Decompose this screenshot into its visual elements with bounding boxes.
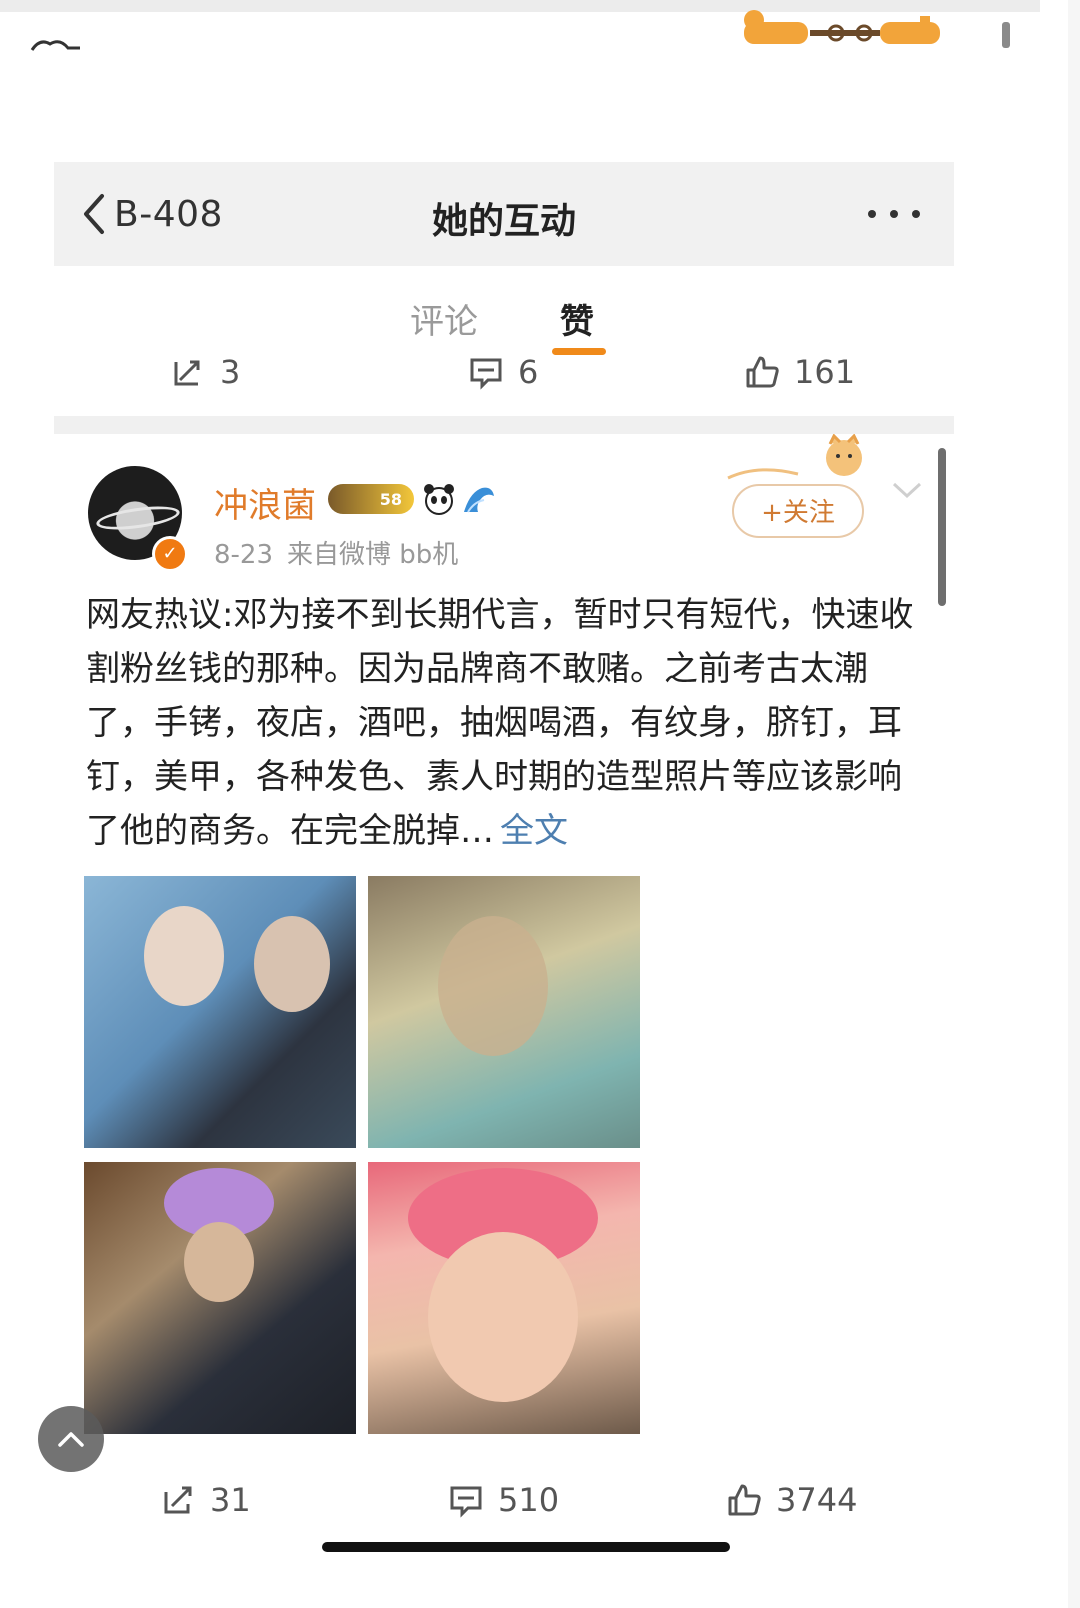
level-badge: 58 [328,484,414,514]
figure-shape [428,1232,578,1402]
full-text-link[interactable]: 全文 [500,811,568,851]
post-comment-button[interactable]: 510 [446,1480,559,1520]
tab-bar: 评论 赞 [0,288,1040,358]
tab-likes[interactable]: 赞 [560,294,594,343]
dog-mascot-icon [727,434,862,480]
like-button[interactable]: 161 [742,352,855,392]
post-date: 8-23 [214,540,274,570]
figure-shape [254,916,330,1012]
repost-count: 3 [220,353,241,391]
post-image-2[interactable] [368,876,640,1148]
repost-icon [174,360,200,386]
figure-shape [144,906,224,1006]
post-repost-button[interactable]: 31 [158,1480,251,1520]
screen-edge [1068,0,1080,1608]
section-divider [54,416,954,434]
follow-button[interactable]: +关注 [732,484,864,538]
wave-icon [464,487,494,513]
arrow-up-icon [58,1432,84,1447]
repost-icon [164,1486,192,1514]
scrollbar[interactable] [938,448,946,606]
post-image-1[interactable] [84,876,356,1148]
post-meta: 8-23 来自微博 bb机 [214,534,458,571]
scroll-to-top-button[interactable] [38,1406,104,1472]
verified-icon: ✓ [152,536,188,572]
post-like-count: 3744 [776,1481,858,1519]
comment-icon [470,358,502,390]
top-stats-row: 3 6 161 [54,352,954,402]
comment-button[interactable]: 6 [466,352,538,392]
panda-icon [424,484,454,515]
repost-button[interactable]: 3 [168,352,240,392]
post-repost-count: 31 [210,1481,251,1519]
post-image-4[interactable] [368,1162,640,1434]
figure-shape [184,1222,254,1302]
back-button[interactable]: B-408 [76,188,223,240]
post-source: 来自微博 bb机 [287,540,459,570]
tab-comments[interactable]: 评论 [410,294,478,343]
header-bar: B-408 她的互动 [54,162,954,266]
post-comment-count: 510 [498,1481,560,1519]
home-indicator[interactable] [322,1542,730,1552]
like-count: 161 [794,353,856,391]
post-text: 网友热议:邓为接不到长期代言，暂时只有短代，快速收割粉丝钱的那种。因为品牌商不敢… [86,588,922,858]
image-grid [84,876,644,1436]
indicator-mark [1002,22,1010,48]
dog-decoration-icon [744,10,940,44]
chevron-left-icon [84,194,104,234]
back-label: B-408 [114,193,223,235]
chevron-down-icon[interactable] [890,478,924,502]
comment-icon [450,1486,482,1518]
more-icon[interactable] [864,200,924,228]
post-like-button[interactable]: 3744 [724,1480,857,1520]
like-icon [746,356,779,388]
comment-count: 6 [518,353,539,391]
figure-shape [438,916,548,1056]
post-stats-row: 31 510 3744 [54,1480,954,1530]
post-image-3[interactable] [84,1162,356,1434]
corner-decoration-icon [30,40,80,51]
planet-ring [95,502,181,534]
like-icon [728,1484,761,1516]
user-name[interactable]: 冲浪菌 [214,478,316,527]
page-title: 她的互动 [431,201,576,242]
